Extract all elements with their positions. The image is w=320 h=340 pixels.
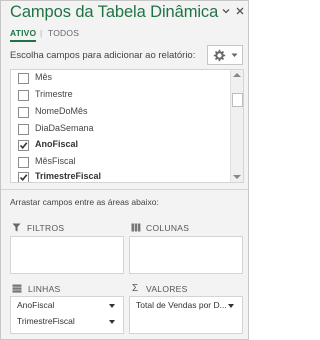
filters-drop-area[interactable]	[10, 236, 124, 274]
choose-fields-instruction: Escolha campos para adicionar ao relatór…	[10, 50, 196, 61]
close-icon[interactable]	[234, 5, 246, 17]
tools-button[interactable]	[207, 45, 243, 65]
rows-field-pill[interactable]: TrimestreFiscal	[15, 315, 119, 329]
pill-label: Total de Vendas por D...	[136, 300, 227, 310]
rows-field-pill[interactable]: AnoFiscal	[15, 299, 119, 313]
field-checkbox-checked[interactable]	[18, 140, 29, 151]
scroll-down-icon[interactable]	[233, 175, 241, 179]
checkmark-icon	[19, 142, 28, 150]
tab-separator: |	[40, 28, 43, 38]
field-item[interactable]: Mês	[18, 72, 53, 86]
columns-area-label: COLUNAS	[146, 223, 190, 233]
pane-title: Campos da Tabela Dinâmica	[10, 3, 219, 21]
chevron-down-icon[interactable]	[228, 304, 234, 308]
field-item[interactable]: NomeDoMês	[18, 106, 88, 120]
pivot-field-pane: Campos da Tabela Dinâmica ATIVO | TODOS …	[0, 0, 249, 340]
chevron-down-icon	[231, 53, 238, 57]
tab-all[interactable]: TODOS	[48, 28, 79, 38]
sigma-icon: Σ	[132, 283, 139, 294]
gear-icon	[213, 49, 226, 62]
field-checkbox[interactable]	[18, 73, 29, 84]
field-list[interactable]: Mês Trimestre NomeDoMês DiaDaSemana AnoF…	[10, 69, 244, 183]
field-item[interactable]: TrimestreFiscal	[18, 171, 102, 182]
filter-icon	[12, 223, 21, 232]
field-item[interactable]: Trimestre	[18, 89, 73, 103]
field-label: Trimestre	[35, 89, 73, 99]
field-checkbox-checked[interactable]	[18, 172, 29, 182]
field-label: NomeDoMês	[35, 106, 88, 116]
field-checkbox[interactable]	[18, 90, 29, 101]
field-checkbox[interactable]	[18, 124, 29, 135]
scroll-up-icon[interactable]	[233, 73, 241, 77]
filters-area-label: FILTROS	[27, 223, 65, 233]
columns-icon	[131, 223, 141, 232]
pill-label: AnoFiscal	[17, 300, 55, 310]
rows-icon	[12, 284, 22, 293]
field-label: AnoFiscal	[35, 139, 79, 149]
field-item[interactable]: DiaDaSemana	[18, 123, 94, 137]
columns-drop-area[interactable]	[129, 236, 243, 274]
rows-area-label: LINHAS	[28, 284, 61, 294]
task-pane-options-icon[interactable]	[220, 5, 232, 17]
field-checkbox[interactable]	[18, 107, 29, 118]
field-label: DiaDaSemana	[35, 123, 94, 133]
values-field-pill[interactable]: Total de Vendas por D...	[134, 299, 238, 313]
field-item[interactable]: AnoFiscal	[18, 139, 79, 153]
field-label: TrimestreFiscal	[35, 171, 102, 181]
rows-drop-area[interactable]: AnoFiscal TrimestreFiscal	[10, 296, 124, 334]
checkmark-icon	[19, 174, 28, 182]
tab-active[interactable]: ATIVO	[10, 28, 36, 38]
scroll-thumb[interactable]	[232, 93, 243, 107]
field-label: MêsFiscal	[35, 156, 76, 166]
chevron-down-icon[interactable]	[109, 304, 115, 308]
drag-fields-instruction: Arrastar campos entre as áreas abaixo:	[10, 197, 159, 207]
section-splitter[interactable]	[1, 189, 248, 190]
field-item[interactable]: MêsFiscal	[18, 156, 76, 170]
values-area-label: VALORES	[146, 284, 188, 294]
field-label: Mês	[35, 72, 53, 82]
field-list-scrollbar[interactable]	[230, 70, 243, 182]
field-checkbox[interactable]	[18, 157, 29, 168]
pill-label: TrimestreFiscal	[17, 316, 75, 326]
values-drop-area[interactable]: Total de Vendas por D...	[129, 296, 243, 334]
active-tab-underline	[10, 40, 36, 42]
chevron-down-icon[interactable]	[109, 320, 115, 324]
